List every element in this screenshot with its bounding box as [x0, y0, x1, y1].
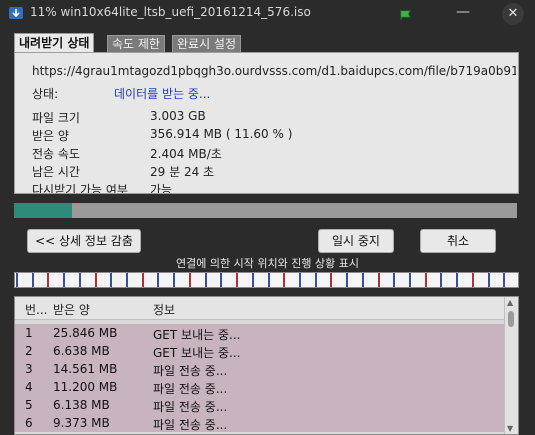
connection-segment — [220, 273, 223, 287]
info-row-label: 전송 속도 — [32, 147, 80, 161]
cancel-button[interactable]: 취소 — [420, 229, 496, 253]
connection-segment — [141, 273, 144, 287]
info-row-value: 3.003 GB — [150, 109, 206, 123]
connection-segment — [157, 273, 160, 287]
download-progress-bar — [14, 203, 517, 218]
connection-progress-label: 연결에 의한 시작 위치와 진행 상황 표시 — [176, 257, 359, 270]
connection-segment — [298, 273, 301, 287]
table-row[interactable]: 3 14.561 MB 파일 전송 중... — [15, 360, 505, 378]
cell-received: 11.200 MB — [53, 380, 118, 394]
connection-segment — [16, 273, 18, 287]
cell-info: GET 보내는 중... — [153, 346, 241, 360]
info-row-value: 356.914 MB ( 11.60 % ) — [150, 127, 293, 141]
tab-download-status[interactable]: 내려받기 상태 — [14, 33, 95, 53]
title-bar: 11% win10x64lite_ltsb_uefi_20161214_576.… — [0, 0, 535, 26]
cell-number: 2 — [25, 344, 33, 358]
cell-info: 파일 전송 중... — [153, 364, 228, 378]
info-row-label: 받은 양 — [32, 129, 69, 143]
connection-segment — [110, 273, 113, 287]
window-title: 11% win10x64lite_ltsb_uefi_20161214_576.… — [30, 5, 311, 19]
column-header-info[interactable]: 정보 — [153, 301, 175, 318]
table-row[interactable]: 4 11.200 MB 파일 전송 중... — [15, 378, 505, 396]
connection-segment — [63, 273, 66, 287]
cell-info: 파일 전송 중... — [153, 418, 228, 432]
connections-table: 번... 받은 양 정보 1 25.846 MB GET 보내는 중... 2 6.63… — [14, 296, 519, 435]
connection-segment — [94, 273, 97, 287]
connection-segment — [236, 273, 239, 287]
info-row-label: 파일 크기 — [32, 111, 80, 125]
connection-segment — [314, 273, 317, 287]
connection-segment — [47, 273, 50, 287]
connection-segment — [424, 273, 427, 287]
cell-received: 6.138 MB — [53, 398, 110, 412]
download-url: https://4grau1mtagozd1pbqgh3o.ourdvsss.c… — [32, 64, 516, 78]
cell-number: 4 — [25, 380, 33, 394]
connection-segment — [361, 273, 364, 287]
connection-segment — [346, 273, 349, 287]
connection-segment — [188, 273, 191, 287]
connection-segment — [377, 273, 380, 287]
table-row[interactable]: 1 25.846 MB GET 보내는 중... — [15, 324, 505, 342]
cell-received: 25.846 MB — [53, 326, 118, 340]
connection-segment — [31, 273, 34, 287]
cell-info: 파일 전송 중... — [153, 400, 228, 414]
table-row[interactable]: 6 9.373 MB 파일 전송 중... — [15, 414, 505, 432]
progress-fill — [14, 203, 73, 218]
hide-details-button[interactable]: << 상세 정보 감춤 — [27, 229, 141, 253]
scroll-thumb[interactable] — [508, 311, 514, 327]
connection-segment — [330, 273, 333, 287]
connection-segment — [126, 273, 129, 287]
flag-icon — [400, 10, 411, 20]
connection-segment — [503, 273, 506, 287]
connection-segment — [78, 273, 81, 287]
column-header-number[interactable]: 번... — [25, 301, 47, 318]
close-button[interactable]: ✕ — [502, 3, 524, 25]
connection-segment — [456, 273, 459, 287]
column-header-received[interactable]: 받은 양 — [53, 301, 90, 318]
cell-number: 1 — [25, 326, 33, 340]
cell-number: 5 — [25, 398, 33, 412]
connection-segment — [204, 273, 207, 287]
scroll-up-icon[interactable]: ▲ — [507, 298, 513, 307]
connection-segment — [283, 273, 286, 287]
cell-received: 9.373 MB — [53, 416, 110, 430]
cell-number: 6 — [25, 416, 33, 430]
pause-button[interactable]: 일시 중지 — [318, 229, 394, 253]
cell-number: 3 — [25, 362, 33, 376]
scroll-down-icon[interactable]: ▼ — [507, 424, 513, 433]
connection-segment — [408, 273, 411, 287]
connection-segment — [471, 273, 474, 287]
connection-segment — [251, 273, 254, 287]
table-row[interactable]: 2 6.638 MB GET 보내는 중... — [15, 342, 505, 360]
connection-segment — [393, 273, 396, 287]
cell-received: 14.561 MB — [53, 362, 118, 376]
status-value: 데이터를 받는 중... — [114, 87, 211, 101]
connection-progress-bar — [14, 272, 519, 288]
connection-segment — [173, 273, 176, 287]
cell-info: GET 보내는 중... — [153, 328, 241, 342]
download-info-panel: https://4grau1mtagozd1pbqgh3o.ourdvsss.c… — [14, 52, 519, 194]
connection-segment — [487, 273, 490, 287]
status-label: 상태: — [32, 87, 59, 101]
info-row-value: 29 분 24 초 — [150, 165, 215, 179]
connection-segment — [267, 273, 270, 287]
idm-app-icon — [9, 7, 23, 19]
cell-received: 6.638 MB — [53, 344, 110, 358]
info-row-value: 가능 — [150, 183, 173, 194]
table-scrollbar[interactable]: ▲ ▼ — [504, 297, 518, 434]
cell-info: 파일 전송 중... — [153, 382, 228, 396]
tab-on-complete[interactable]: 완료시 설정 — [172, 35, 242, 53]
info-row-label: 남은 시간 — [32, 165, 80, 179]
table-header: 번... 받은 양 정보 — [15, 297, 505, 320]
info-row-value: 2.404 MB/초 — [150, 147, 222, 161]
table-row[interactable]: 5 6.138 MB 파일 전송 중... — [15, 396, 505, 414]
connection-segment — [440, 273, 443, 287]
tab-speed-limit[interactable]: 속도 제한 — [107, 35, 165, 53]
minimize-button[interactable]: — — [452, 2, 474, 24]
info-row-label: 다시받기 가능 여부 — [32, 183, 128, 194]
